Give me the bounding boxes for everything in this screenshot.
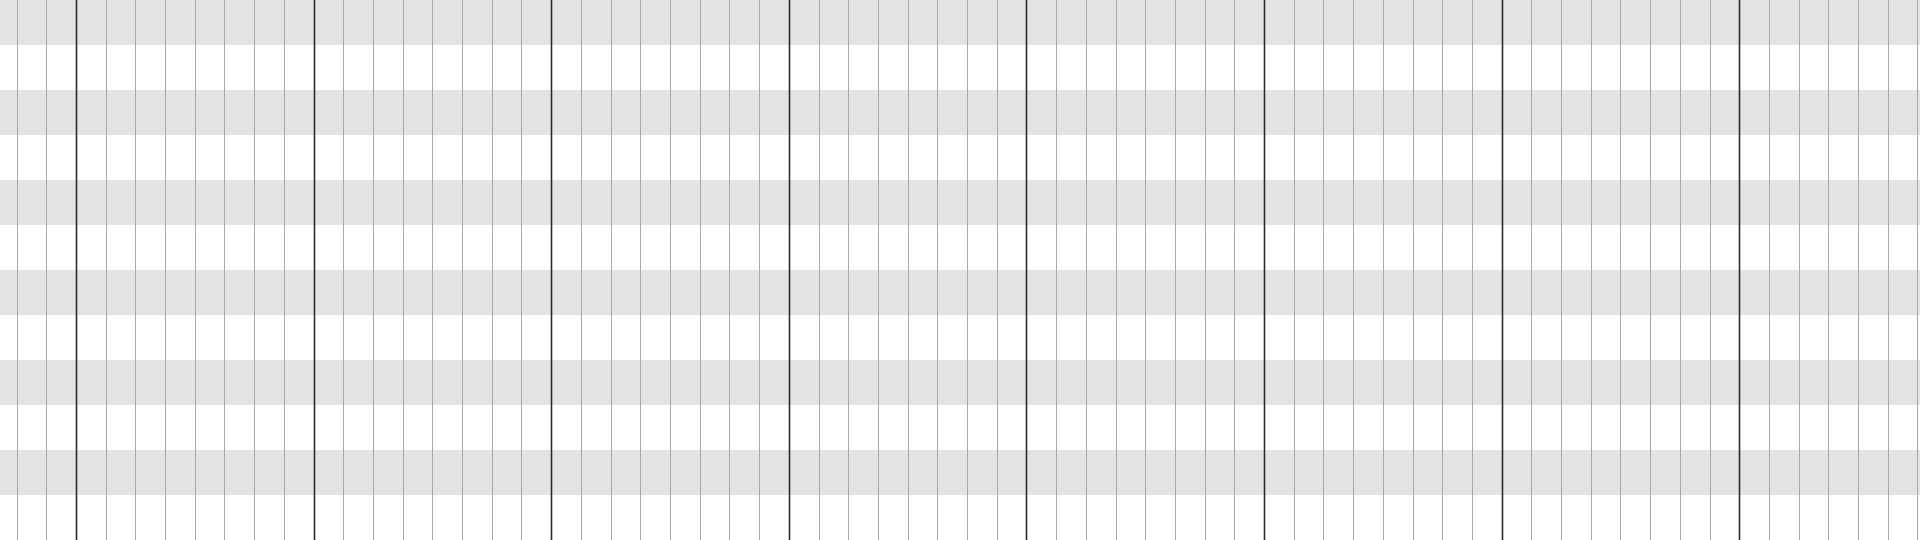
shaded-row bbox=[0, 90, 1920, 135]
shaded-row bbox=[0, 0, 1920, 45]
shaded-row bbox=[0, 360, 1920, 405]
grid-canvas bbox=[0, 0, 1920, 540]
shaded-row bbox=[0, 450, 1920, 495]
timeline-grid bbox=[0, 0, 1920, 540]
shaded-row bbox=[0, 270, 1920, 315]
shaded-row bbox=[0, 180, 1920, 225]
row-bands bbox=[0, 0, 1920, 495]
